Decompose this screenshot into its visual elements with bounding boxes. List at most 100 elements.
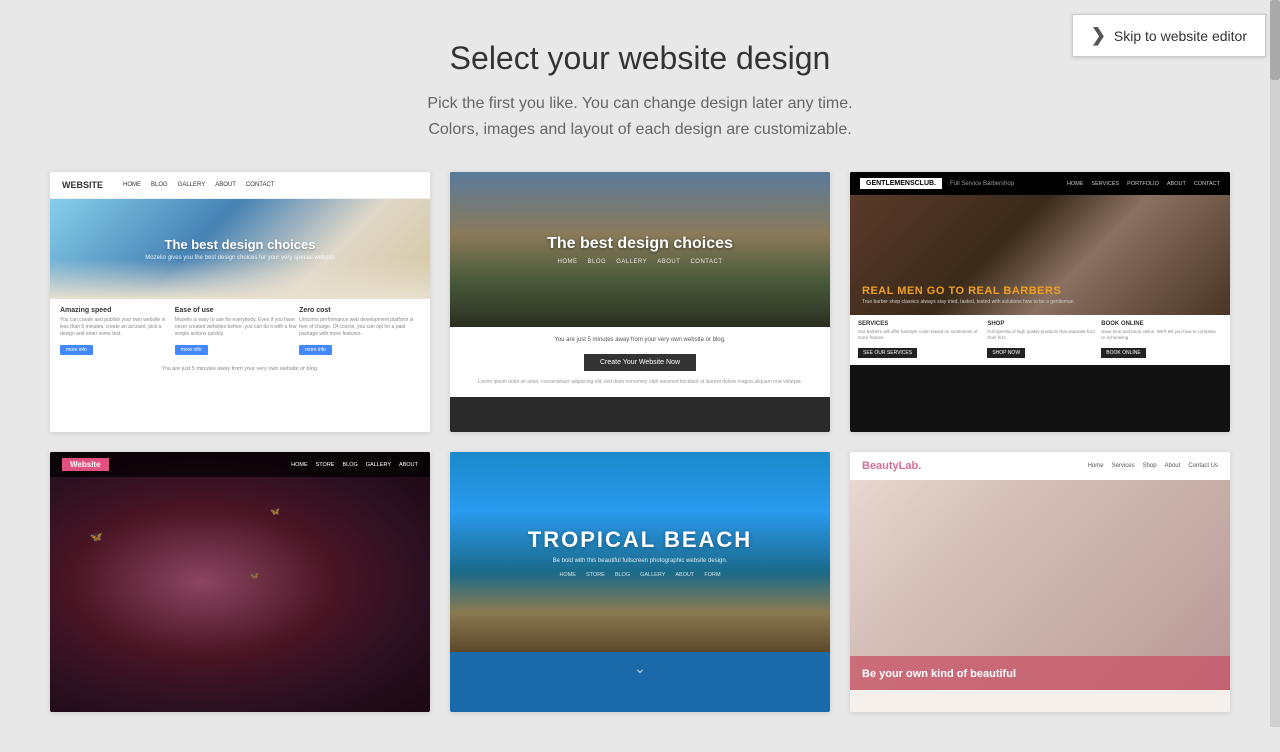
t5-bottom: ⌄ <box>450 652 830 686</box>
t3-nav-portfolio: PORTFOLIO <box>1127 181 1159 187</box>
t3-tagline: Full Service Barbershop <box>950 181 1014 187</box>
t3-nav-contact: CONTACT <box>1194 181 1220 187</box>
t1-nav-links: HOME BLOG GALLERY ABOUT CONTACT <box>123 182 275 188</box>
t5-nav: HOME STORE BLOG GALLERY ABOUT FORM <box>559 572 720 578</box>
t4-nav-about: ABOUT <box>399 462 418 468</box>
template-card-1[interactable]: WEBSITE HOME BLOG GALLERY ABOUT CONTACT … <box>50 172 430 432</box>
t4-nav-blog: BLOG <box>342 462 357 468</box>
t3-service-1-title: SERVICES <box>858 321 981 327</box>
t1-feature-1-title: Amazing speed <box>60 307 175 314</box>
t5-nav-form: FORM <box>704 572 720 578</box>
template-grid: WEBSITE HOME BLOG GALLERY ABOUT CONTACT … <box>10 172 1270 752</box>
t3-hero-sub: True barber shop classics always stay tr… <box>862 299 1075 305</box>
page-subtitle-line1: Pick the first you like. You can change … <box>20 91 1260 117</box>
t3-service-2-title: SHOP <box>987 321 1095 327</box>
t3-service-1-btn[interactable]: SEE OUR SERVICES <box>858 348 917 358</box>
t1-feature-1-desc: You can create and publish your own webs… <box>60 317 175 338</box>
skip-to-editor-button[interactable]: ❯ Skip to website editor <box>1072 14 1266 57</box>
t4-navbar: Website HOME STORE BLOG GALLERY ABOUT <box>50 452 430 477</box>
t3-service-1: SERVICES Our barbers will offer hairstyl… <box>858 321 981 359</box>
t3-service-2-btn[interactable]: SHOP NOW <box>987 348 1025 358</box>
t3-service-2: SHOP Full spectra of high quality produc… <box>987 321 1095 359</box>
template-card-5[interactable]: TROPICAL BEACH Be bold with this beautif… <box>450 452 830 712</box>
t3-hero: REAL MEN GO TO REAL BARBERS True barber … <box>850 195 1230 315</box>
t4-nav-links: HOME STORE BLOG GALLERY ABOUT <box>291 462 418 468</box>
t1-feature-2-desc: Mozelio is easy to use for everybody. Ev… <box>175 317 299 338</box>
page-subtitle-line2: Colors, images and layout of each design… <box>20 117 1260 143</box>
t2-cta-button[interactable]: Create Your Website Now <box>584 354 696 371</box>
t1-feature-3: Zero cost Unicorns performance web devel… <box>299 307 420 356</box>
t6-hero: Be your own kind of beautiful <box>850 480 1230 690</box>
t1-hero-title: The best design choices <box>165 237 316 252</box>
t6-nav-services: Services <box>1112 463 1135 469</box>
t2-lorem-text: Lorem ipsum dolor sit amet, consectetuer… <box>470 379 810 387</box>
t3-service-3-title: BOOK ONLINE <box>1101 321 1222 327</box>
t1-feature-3-title: Zero cost <box>299 307 420 314</box>
t6-logo: BeautyLab. <box>862 460 921 472</box>
t5-nav-blog: BLOG <box>615 572 630 578</box>
t1-nav-gallery: GALLERY <box>178 182 206 188</box>
t3-hero-title: REAL MEN GO TO REAL BARBERS <box>862 285 1061 297</box>
t2-body-text: You are just 5 minutes away from your ve… <box>470 337 810 343</box>
t2-nav-contact: CONTACT <box>690 259 722 265</box>
t4-nav-home: HOME <box>291 462 308 468</box>
t2-nav-links: HOME BLOG GALLERY ABOUT CONTACT <box>558 259 723 265</box>
t1-feature-2-title: Ease of use <box>175 307 299 314</box>
t6-nav-shop: Shop <box>1143 463 1157 469</box>
t5-nav-store: STORE <box>586 572 605 578</box>
t1-feature-2-btn[interactable]: more info <box>175 345 208 355</box>
t4-hero-image: Website HOME STORE BLOG GALLERY ABOUT 🦋 … <box>50 452 430 712</box>
t2-hero: The best design choices HOME BLOG GALLER… <box>450 172 830 327</box>
butterfly-icon-3: 🦋 <box>270 507 280 516</box>
t1-feature-3-btn[interactable]: more info <box>299 345 332 355</box>
t6-navbar: BeautyLab. Home Services Shop About Cont… <box>850 452 1230 480</box>
t3-service-1-desc: Our barbers will offer hairstyle colon b… <box>858 329 981 341</box>
t1-feature-1: Amazing speed You can create and publish… <box>60 307 175 356</box>
t4-nav-store: STORE <box>316 462 335 468</box>
t3-nav-links: HOME SERVICES PORTFOLIO ABOUT CONTACT <box>1067 181 1220 187</box>
t6-nav-home: Home <box>1088 463 1104 469</box>
t1-hero-sub: Mozelio gives you the best design choice… <box>145 255 334 261</box>
t3-nav-services: SERVICES <box>1091 181 1119 187</box>
skip-arrow-icon: ❯ <box>1091 25 1106 46</box>
t3-service-2-desc: Full spectra of high quality products th… <box>987 329 1095 341</box>
t1-nav-about: ABOUT <box>215 182 236 188</box>
t6-hero-title: Be your own kind of beautiful <box>862 668 1016 680</box>
t3-navbar: GENTLEMENSCLUB. Full Service Barbershop … <box>850 172 1230 195</box>
t2-nav-about: ABOUT <box>657 259 680 265</box>
t5-hero-sub: Be bold with this beautiful fullscreen p… <box>553 558 728 564</box>
t1-nav-contact: CONTACT <box>246 182 275 188</box>
template-card-3[interactable]: GENTLEMENSCLUB. Full Service Barbershop … <box>850 172 1230 432</box>
t5-nav-home: HOME <box>559 572 576 578</box>
t3-nav-home: HOME <box>1067 181 1084 187</box>
template-card-2[interactable]: The best design choices HOME BLOG GALLER… <box>450 172 830 432</box>
t3-nav-about: ABOUT <box>1167 181 1186 187</box>
t1-nav-blog: BLOG <box>151 182 168 188</box>
t5-hero-title: TROPICAL BEACH <box>528 527 752 553</box>
t3-services: SERVICES Our barbers will offer hairstyl… <box>850 315 1230 365</box>
butterfly-icon-2: 🦋 <box>250 572 259 580</box>
t5-nav-about: ABOUT <box>675 572 694 578</box>
t6-hero-overlay: Be your own kind of beautiful <box>850 656 1230 690</box>
t3-logo: GENTLEMENSCLUB. <box>860 178 942 189</box>
t5-nav-gallery: GALLERY <box>640 572 665 578</box>
t1-logo: WEBSITE <box>62 180 103 190</box>
t1-hero: The best design choices Mozelio gives yo… <box>50 199 430 299</box>
scrollbar[interactable] <box>1270 0 1280 727</box>
t3-service-3-btn[interactable]: BOOK ONLINE <box>1101 348 1145 358</box>
t2-hero-title: The best design choices <box>547 235 733 253</box>
t2-nav-home: HOME <box>558 259 578 265</box>
t1-features: Amazing speed You can create and publish… <box>50 299 430 362</box>
t6-nav-about: About <box>1165 463 1181 469</box>
scrollbar-thumb[interactable] <box>1270 0 1280 80</box>
t5-chevron-down-icon: ⌄ <box>634 660 646 676</box>
t1-footer-text: You are just 5 minutes away from your ve… <box>50 362 430 376</box>
template-card-4[interactable]: Website HOME STORE BLOG GALLERY ABOUT 🦋 … <box>50 452 430 712</box>
skip-button-label: Skip to website editor <box>1114 28 1247 44</box>
t6-nav-contact: Contact Us <box>1188 463 1218 469</box>
t3-service-3-desc: Save time and book online. We'll tell yo… <box>1101 329 1222 341</box>
template-card-6[interactable]: BeautyLab. Home Services Shop About Cont… <box>850 452 1230 712</box>
t1-feature-1-btn[interactable]: more info <box>60 345 93 355</box>
t1-nav-home: HOME <box>123 182 141 188</box>
butterfly-icon-1: 🦋 <box>90 532 102 543</box>
